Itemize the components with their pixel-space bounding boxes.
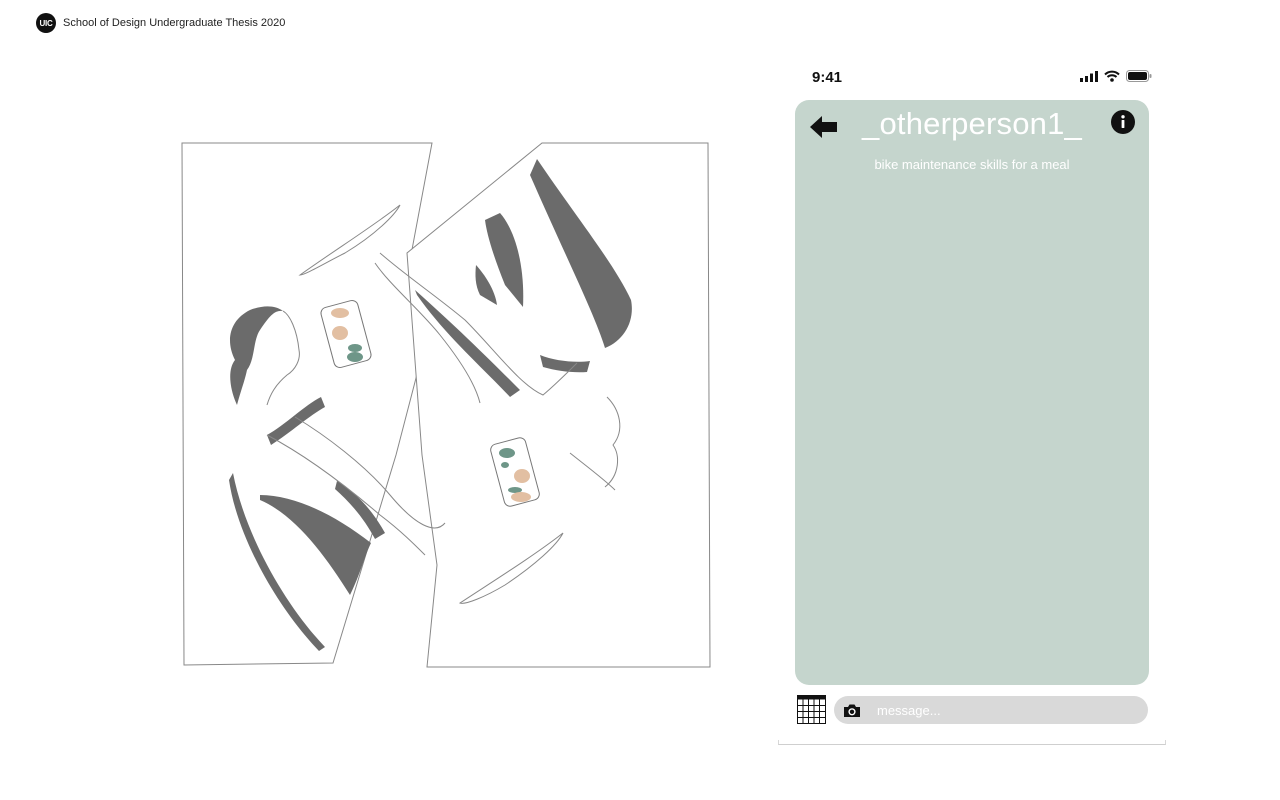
message-input[interactable] — [875, 701, 1129, 719]
camera-icon — [844, 704, 860, 717]
info-icon[interactable] — [1111, 110, 1135, 134]
site-title[interactable]: School of Design Undergraduate Thesis 20… — [63, 17, 285, 29]
battery-icon — [1126, 70, 1152, 82]
wifi-icon — [1104, 70, 1120, 82]
phone-mockup: 9:41 _otherperson1_ bike maintenance ski… — [778, 55, 1166, 745]
phone-frame-bottom — [778, 740, 1166, 745]
thesis-illustration — [181, 142, 711, 668]
status-time: 9:41 — [812, 69, 843, 86]
message-bar — [834, 696, 1148, 724]
contact-subtitle: bike maintenance skills for a meal — [874, 157, 1070, 172]
site-header: UIC School of Design Undergraduate Thesi… — [36, 13, 285, 33]
chat-panel: _otherperson1_ bike maintenance skills f… — [795, 100, 1149, 685]
status-icons — [1080, 70, 1152, 82]
contact-name: _otherperson1_ — [862, 106, 1082, 141]
camera-button[interactable] — [843, 701, 863, 719]
calendar-icon[interactable] — [797, 695, 826, 724]
signal-icon — [1080, 70, 1098, 82]
uic-logo[interactable]: UIC — [36, 13, 56, 33]
